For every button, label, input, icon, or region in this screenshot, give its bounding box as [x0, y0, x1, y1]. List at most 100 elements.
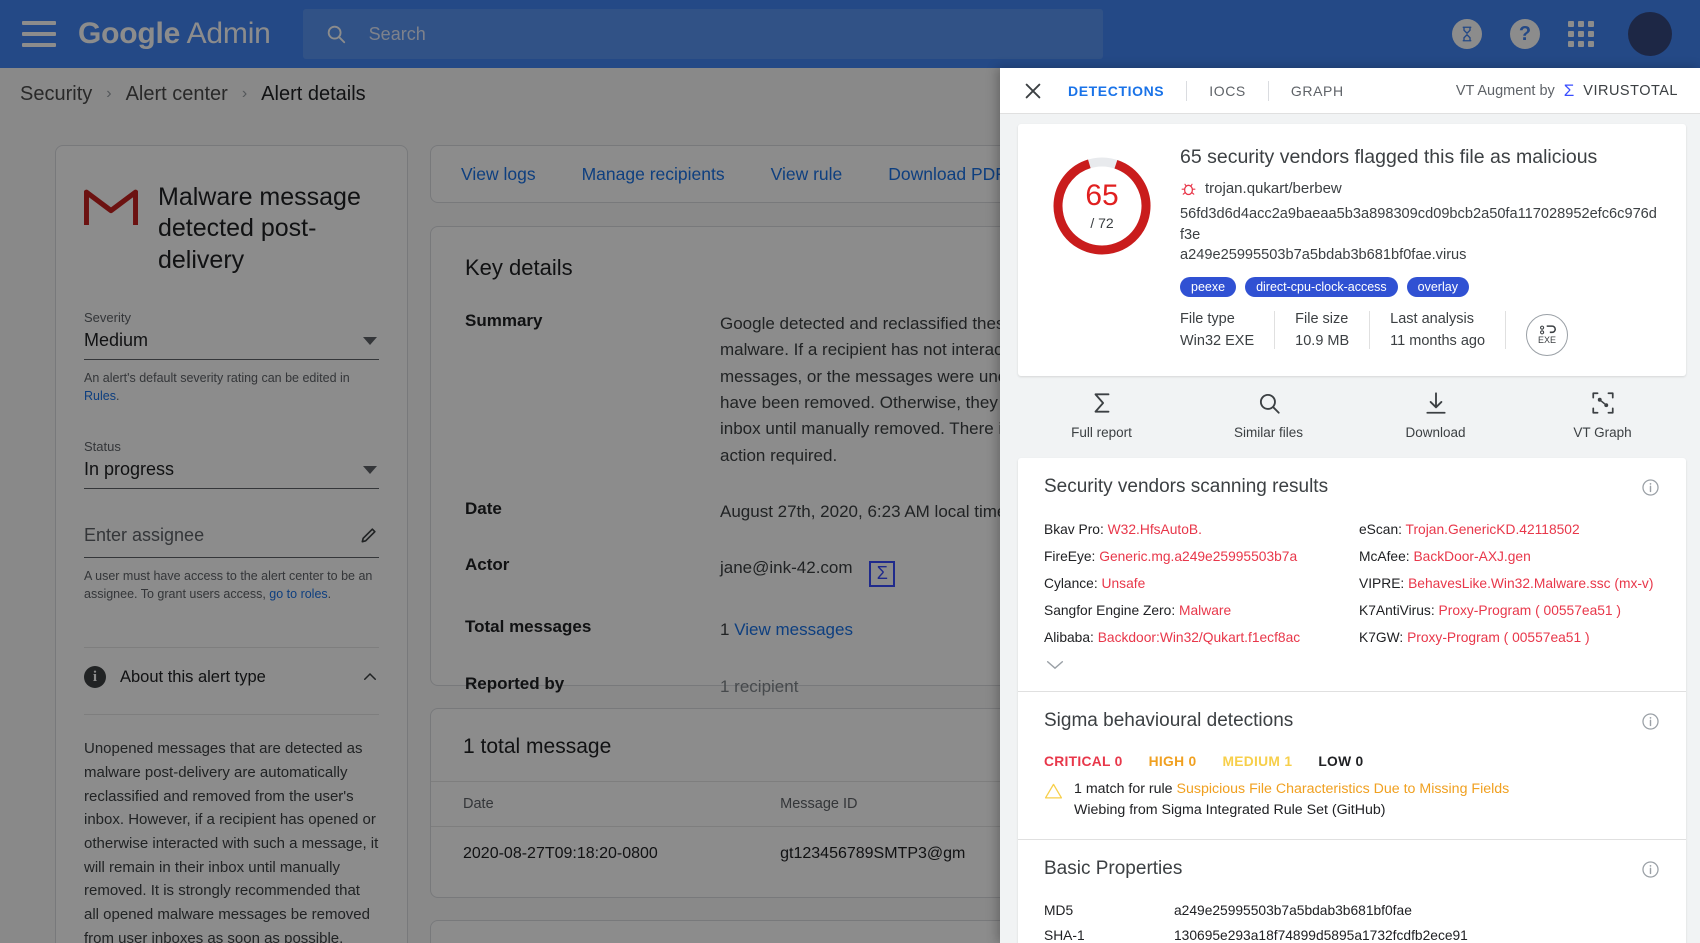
tag-overlay[interactable]: overlay — [1407, 277, 1469, 297]
vendor-result: W32.HfsAutoB. — [1108, 522, 1202, 537]
info-icon[interactable] — [1641, 712, 1660, 731]
download-button[interactable]: Download — [1352, 390, 1519, 440]
similar-files-button[interactable]: Similar files — [1185, 390, 1352, 440]
vendor-row: Bkav Pro: W32.HfsAutoB. — [1044, 516, 1345, 543]
vt-augment-branding: VT Augment by Σ VIRUSTOTAL — [1456, 81, 1678, 101]
virustotal-badge-icon[interactable]: Σ — [869, 561, 895, 587]
vendor-results-grid: Bkav Pro: W32.HfsAutoB. eScan: Trojan.Ge… — [1044, 504, 1660, 651]
vendor-row: K7GW: Proxy-Program ( 00557ea51 ) — [1359, 624, 1660, 651]
column-header-date[interactable]: Date — [431, 782, 748, 827]
vendor-row: Sangfor Engine Zero: Malware — [1044, 597, 1345, 624]
vendor-row: FireEye: Generic.mg.a249e25995503b7a — [1044, 543, 1345, 570]
status-select[interactable]: Status In progress — [84, 439, 379, 489]
about-alert-type-toggle[interactable]: i About this alert type — [84, 647, 379, 688]
vendor-row: K7AntiVirus: Proxy-Program ( 00557ea51 ) — [1359, 597, 1660, 624]
breadcrumb-item-alert-center[interactable]: Alert center — [126, 83, 228, 106]
manage-recipients-button[interactable]: Manage recipients — [582, 164, 725, 185]
tab-graph[interactable]: GRAPH — [1269, 81, 1366, 101]
vt-graph-button[interactable]: VT Graph — [1519, 390, 1686, 440]
help-icon[interactable]: ? — [1510, 19, 1540, 49]
breadcrumb-item-alert-details: Alert details — [261, 83, 366, 106]
info-icon[interactable] — [1641, 860, 1660, 879]
vendor-result: Proxy-Program ( 00557ea51 ) — [1439, 603, 1622, 618]
meta-file-size-label: File size — [1295, 311, 1349, 327]
vt-graph-label: VT Graph — [1573, 425, 1631, 440]
virustotal-brand-name: VIRUSTOTAL — [1583, 83, 1678, 99]
app-brand: Google Admin — [78, 17, 271, 51]
tab-detections[interactable]: DETECTIONS — [1068, 81, 1187, 101]
severity-low: LOW 0 — [1318, 754, 1363, 769]
full-report-label: Full report — [1071, 425, 1132, 440]
search-icon — [325, 23, 347, 45]
go-to-roles-link[interactable]: go to roles — [269, 587, 327, 601]
view-rule-button[interactable]: View rule — [771, 164, 843, 185]
view-logs-button[interactable]: View logs — [461, 164, 536, 185]
bug-icon — [1180, 180, 1197, 197]
assignee-helper-post: . — [328, 587, 331, 601]
vendor-name: Cylance — [1044, 576, 1094, 591]
status-value: In progress — [84, 459, 379, 480]
vt-summary-card: 65 / 72 65 security vendors flagged this… — [1018, 124, 1686, 376]
breadcrumb-separator: › — [106, 85, 111, 103]
key-detail-label: Total messages — [465, 617, 720, 643]
vt-details-card: Security vendors scanning results Bkav P… — [1018, 458, 1686, 943]
vendor-name: Alibaba — [1044, 630, 1090, 645]
view-messages-link[interactable]: View messages — [734, 620, 853, 639]
apps-grid-icon[interactable] — [1568, 21, 1594, 47]
full-report-button[interactable]: Full report — [1018, 390, 1185, 440]
avatar[interactable] — [1628, 12, 1672, 56]
detection-score-donut: 65 / 72 — [1050, 154, 1154, 258]
vendor-result: Backdoor:Win32/Qukart.f1ecf8ac — [1098, 630, 1300, 645]
download-label: Download — [1405, 425, 1465, 440]
property-key: MD5 — [1044, 903, 1174, 918]
vendor-name: Bkav Pro — [1044, 522, 1100, 537]
detection-score-total: / 72 — [1090, 215, 1113, 231]
chevron-down-icon — [363, 466, 377, 474]
pencil-icon[interactable] — [359, 525, 379, 545]
search-bar[interactable] — [303, 9, 1103, 59]
search-input[interactable] — [369, 24, 1081, 45]
match-rule-name[interactable]: Suspicious File Characteristics Due to M… — [1177, 781, 1510, 797]
actor-email: jane@ink-42.com — [720, 558, 853, 577]
chevron-down-icon[interactable] — [1044, 651, 1066, 686]
vendor-name: VIPRE — [1359, 576, 1400, 591]
vt-scroll-area[interactable]: 65 / 72 65 security vendors flagged this… — [1000, 114, 1700, 943]
tag-direct-cpu-clock-access[interactable]: direct-cpu-clock-access — [1245, 277, 1398, 297]
severity-medium: MEDIUM 1 — [1222, 754, 1292, 769]
meta-file-size-value: 10.9 MB — [1295, 333, 1349, 349]
breadcrumb-item-security[interactable]: Security — [20, 83, 92, 106]
vendor-result: Trojan.GenericKD.42118502 — [1406, 522, 1580, 537]
close-icon[interactable] — [1022, 80, 1044, 102]
severity-helper-pre: An alert's default severity rating can b… — [84, 371, 350, 385]
match-subtext: Wiebing from Sigma Integrated Rule Set (… — [1074, 800, 1509, 821]
app-root: Google Admin ? Security — [0, 0, 1700, 943]
key-detail-label: Date — [465, 499, 720, 525]
support-icon[interactable] — [1452, 19, 1482, 49]
hamburger-menu-icon[interactable] — [22, 21, 56, 47]
brand-google: Google — [78, 17, 180, 50]
gmail-icon — [84, 186, 138, 227]
graph-icon — [1590, 390, 1616, 416]
warning-triangle-icon — [1044, 782, 1063, 801]
tag-peexe[interactable]: peexe — [1180, 277, 1236, 297]
vendor-result: Unsafe — [1102, 576, 1146, 591]
meta-file-size: File size 10.9 MB — [1295, 311, 1370, 349]
download-pdf-button[interactable]: Download PDF — [888, 164, 1006, 185]
basic-properties-list: MD5 a249e25995503b7a5bdab3b681bf0fae SHA… — [1044, 886, 1660, 943]
virustotal-panel: DETECTIONS IOCS GRAPH VT Augment by Σ VI… — [1000, 68, 1700, 943]
property-value: a249e25995503b7a5bdab3b681bf0fae — [1174, 903, 1412, 918]
assignee-field[interactable]: Enter assignee — [84, 525, 379, 558]
vt-signature: trojan.qukart/berbew — [1205, 180, 1342, 197]
severity-value: Medium — [84, 330, 379, 351]
severity-select[interactable]: Severity Medium — [84, 310, 379, 360]
info-icon[interactable] — [1641, 478, 1660, 497]
page-title: Malware message detected post-delivery — [158, 182, 379, 276]
vendor-result: Proxy-Program ( 00557ea51 ) — [1407, 630, 1590, 645]
about-text: Unopened messages that are detected as m… — [84, 740, 378, 943]
vt-action-row: Full report Similar files Download — [1018, 376, 1686, 458]
rules-link[interactable]: Rules — [84, 389, 116, 403]
vendor-name: K7GW — [1359, 630, 1399, 645]
tab-iocs[interactable]: IOCS — [1187, 81, 1269, 101]
vt-tab-bar: DETECTIONS IOCS GRAPH VT Augment by Σ VI… — [1000, 68, 1700, 114]
status-label: Status — [84, 439, 379, 454]
